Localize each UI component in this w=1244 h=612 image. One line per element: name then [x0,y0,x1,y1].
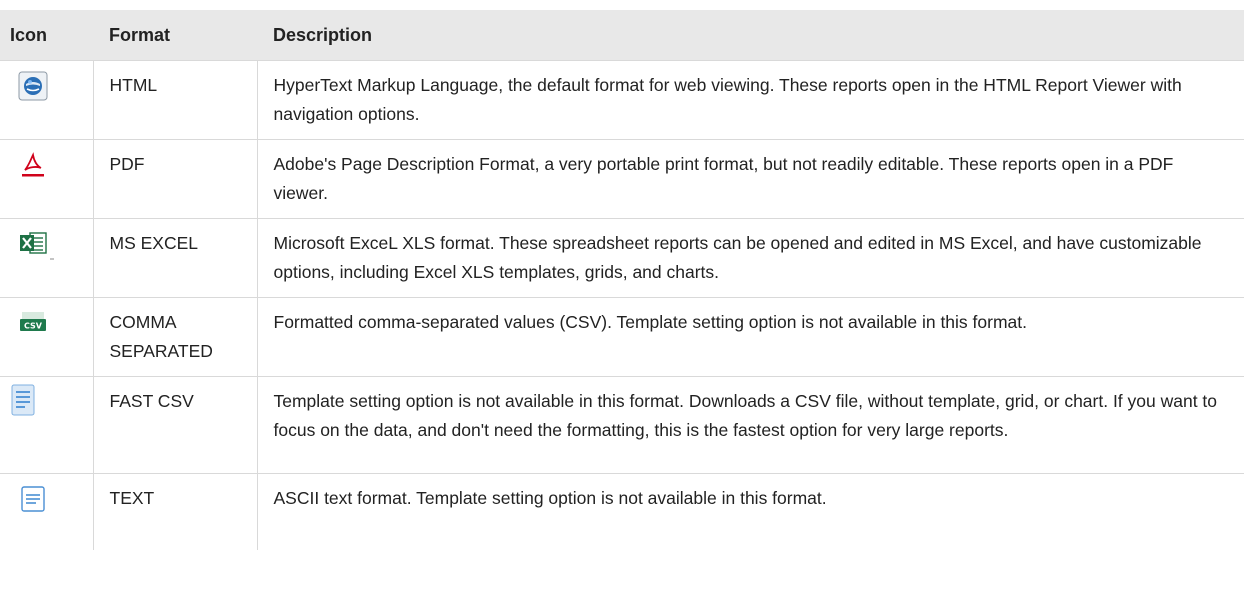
format-cell: HTML [93,60,258,140]
description-cell: Formatted comma-separated values (CSV). … [257,297,1244,377]
format-cell: MS EXCEL [93,218,258,298]
html-globe-icon [18,71,48,101]
header-format: Format [93,10,257,61]
icon-cell [0,218,94,298]
table-row: FAST CSV Template setting option is not … [0,376,1244,474]
icon-cell [0,376,94,474]
description-cell: Microsoft ExceL XLS format. These spread… [257,218,1244,298]
format-cell: FAST CSV [93,376,258,474]
fast-csv-document-icon [8,383,38,416]
icon-cell [0,139,94,219]
table-row: HTML HyperText Markup Language, the defa… [0,60,1244,140]
description-cell: ASCII text format. Template setting opti… [257,473,1244,550]
icon-cell: CSV [0,297,94,377]
description-cell: HyperText Markup Language, the default f… [257,60,1244,140]
table-row: TEXT ASCII text format. Template setting… [0,473,1244,550]
csv-icon-label: CSV [24,322,43,331]
format-cell: PDF [93,139,258,219]
table-row: PDF Adobe's Page Description Format, a v… [0,139,1244,219]
description-cell: Template setting option is not available… [257,376,1244,474]
formats-table: Icon Format Description HTML HyperText M… [0,10,1244,550]
excel-icon [18,229,54,260]
table-row: CSV COMMA SEPARATED Formatted comma-sepa… [0,297,1244,377]
header-icon: Icon [0,10,93,61]
pdf-icon [18,150,48,180]
table-header-row: Icon Format Description [0,10,1244,61]
header-description: Description [257,10,1244,61]
table-row: MS EXCEL Microsoft ExceL XLS format. The… [0,218,1244,298]
csv-icon: CSV [18,308,50,338]
format-cell: TEXT [93,473,258,550]
icon-cell [0,60,94,140]
text-document-icon [18,484,48,514]
description-cell: Adobe's Page Description Format, a very … [257,139,1244,219]
format-cell: COMMA SEPARATED [93,297,258,377]
icon-cell [0,473,94,550]
